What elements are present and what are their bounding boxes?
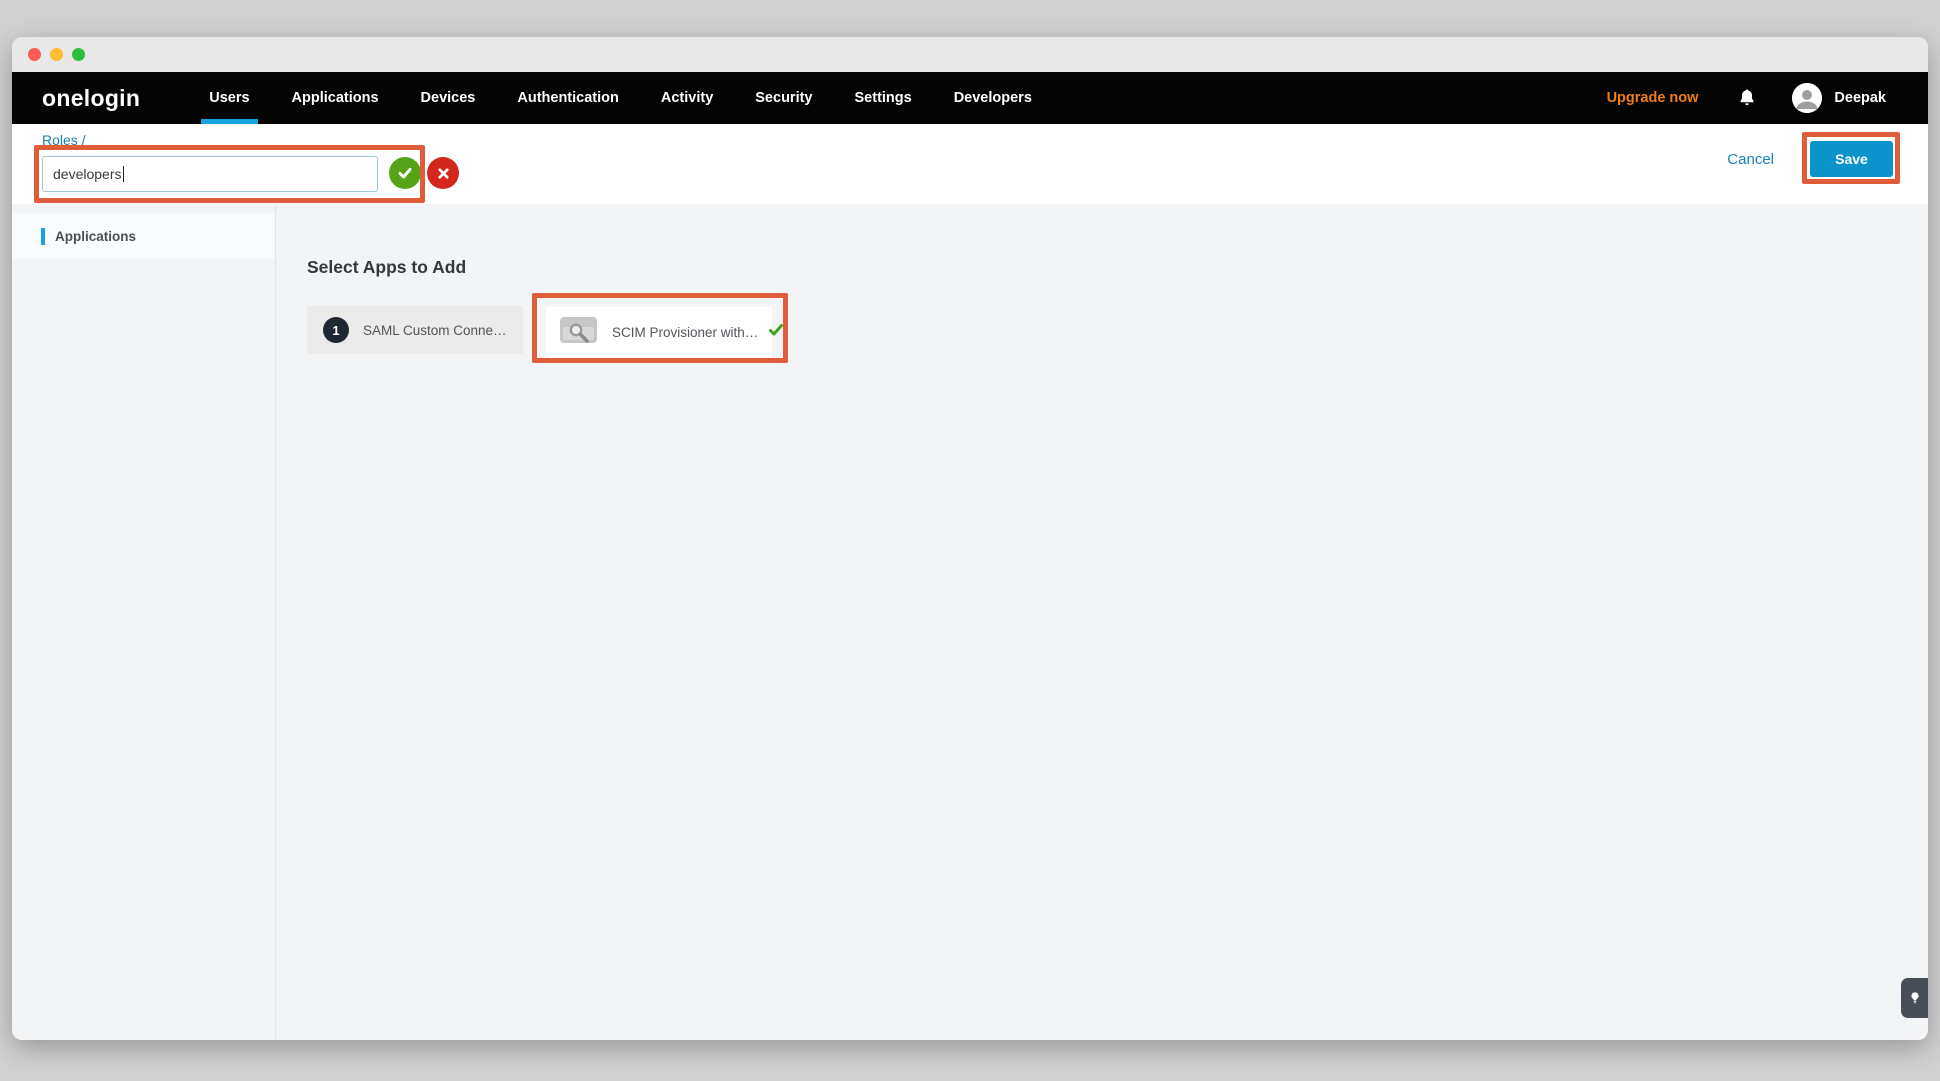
text-caret <box>123 166 124 182</box>
app-tile-label: SAML Custom Conne… <box>363 323 507 338</box>
selected-check-icon <box>768 322 784 343</box>
nav-item-devices[interactable]: Devices <box>400 72 497 124</box>
user-name[interactable]: Deepak <box>1834 90 1886 106</box>
app-tile-label: SCIM Provisioner with… <box>612 325 758 340</box>
app-tile-scim-provisioner[interactable]: SCIM Provisioner with… <box>546 307 772 357</box>
bell-icon[interactable] <box>1736 87 1758 109</box>
close-window-button[interactable] <box>28 48 41 61</box>
app-tile-saml-custom-connector[interactable]: 1 SAML Custom Conne… <box>307 306 523 354</box>
nav-item-settings[interactable]: Settings <box>834 72 933 124</box>
role-name-input[interactable]: developers <box>42 156 378 192</box>
avatar[interactable] <box>1792 83 1822 113</box>
lightbulb-icon <box>1907 990 1923 1006</box>
content-area: Applications Select Apps to Add 1 SAML C… <box>12 204 1928 1040</box>
active-indicator-bar <box>41 228 45 245</box>
confirm-rename-button[interactable] <box>389 157 421 189</box>
breadcrumb[interactable]: Roles / <box>42 132 86 148</box>
scim-connector-icon <box>560 316 598 349</box>
onelogin-logo[interactable]: onelogin <box>42 85 140 112</box>
page-title: Select Apps to Add <box>307 257 466 278</box>
nav-item-security[interactable]: Security <box>734 72 833 124</box>
cross-icon <box>436 166 451 181</box>
role-name-value: developers <box>53 166 122 182</box>
role-edit-toolbar: Roles / developers Cancel Save <box>12 124 1928 205</box>
upgrade-now-link[interactable]: Upgrade now <box>1607 90 1699 106</box>
nav-item-authentication[interactable]: Authentication <box>496 72 640 124</box>
main-panel: Select Apps to Add 1 SAML Custom Conne… <box>276 204 1928 1040</box>
save-button[interactable]: Save <box>1810 141 1893 177</box>
sidebar: Applications <box>12 204 276 1040</box>
nav-item-developers[interactable]: Developers <box>933 72 1053 124</box>
nav-item-applications[interactable]: Applications <box>271 72 400 124</box>
nav-item-users[interactable]: Users <box>188 72 270 124</box>
sidebar-item-applications[interactable]: Applications <box>12 213 275 259</box>
top-navbar: onelogin Users Applications Devices Auth… <box>12 72 1928 124</box>
help-tab[interactable] <box>1901 978 1928 1018</box>
desktop: onelogin Users Applications Devices Auth… <box>0 0 1940 1081</box>
navbar-right: Upgrade now Deepak <box>1607 83 1886 113</box>
maximize-window-button[interactable] <box>72 48 85 61</box>
nav-item-activity[interactable]: Activity <box>640 72 734 124</box>
check-icon <box>396 164 414 182</box>
cancel-button[interactable]: Cancel <box>1727 151 1774 168</box>
app-rank-badge: 1 <box>323 317 349 343</box>
nav-menu: Users Applications Devices Authenticatio… <box>188 72 1053 124</box>
cancel-rename-button[interactable] <box>427 157 459 189</box>
minimize-window-button[interactable] <box>50 48 63 61</box>
sidebar-item-label: Applications <box>55 229 136 244</box>
window-titlebar <box>12 37 1928 72</box>
browser-window: onelogin Users Applications Devices Auth… <box>12 37 1928 1040</box>
